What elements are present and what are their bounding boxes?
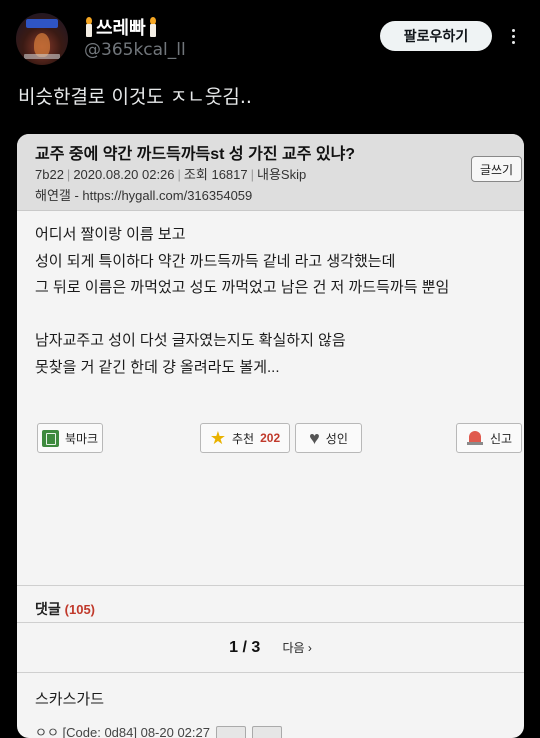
comment-meta: ㅇㅇ [Code: 0d84] 08-20 02:27 — [35, 722, 282, 738]
heart-icon: ♥ — [309, 428, 320, 448]
comment-author: 스카스가드 — [35, 691, 105, 708]
views-count: 16817 — [211, 167, 248, 182]
embedded-post-card[interactable]: 교주 중에 약간 까드득까득st 성 가진 교주 있냐? 7b22 | 2020.0… — [17, 134, 524, 738]
body-line — [35, 302, 449, 329]
write-button: 글쓰기 — [471, 156, 522, 182]
display-name[interactable]: 쓰레빠 — [84, 14, 158, 40]
comments-count: (105) — [64, 602, 96, 617]
body-line: 그 뒤로 이름은 까먹었고 성도 까먹었고 남은 건 저 까드득까득 뿐임 — [35, 279, 450, 296]
divider — [17, 585, 524, 586]
divider — [17, 622, 524, 623]
pagination: 1 / 3 다음 › — [17, 639, 524, 657]
comments-header: 댓글 (105) — [35, 599, 95, 619]
bookmark-label: 북마크 — [64, 431, 99, 446]
page-indicator: 1 / 3 — [229, 639, 261, 656]
post-date: 2020.08.20 02:26 — [73, 167, 175, 182]
star-icon: ★ — [209, 428, 226, 448]
post-source: 해연갤 - https://hygall.com/316354059 — [35, 188, 253, 203]
recommend-count: 202 — [260, 431, 281, 445]
recommend-button: ★ 추천 202 — [200, 423, 290, 453]
bookmark-icon — [41, 429, 59, 447]
views-label: 조회 — [183, 167, 208, 182]
body-line: 못찾을 거 같긴 한데 걍 올려라도 볼게... — [35, 358, 280, 376]
tweet-text: 비슷한결로 이것도 ㅈㄴ웃김.. — [18, 86, 252, 108]
next-page-link: 다음 › — [282, 641, 312, 655]
candle-icon — [84, 17, 94, 37]
comment-meta-text: ㅇㅇ [Code: 0d84] 08-20 02:27 — [35, 725, 210, 738]
avatar[interactable] — [16, 13, 68, 65]
adult-button: ♥ 성인 — [295, 423, 362, 453]
body-line: 어디서 짤이랑 이름 보고 — [35, 226, 186, 243]
follow-button[interactable]: 팔로우하기 — [380, 21, 492, 51]
bookmark-button: 북마크 — [37, 423, 103, 453]
body-line: 성이 되게 특이하다 약간 까드득까득 같네 라고 생각했는데 — [35, 252, 396, 270]
divider — [17, 672, 524, 673]
body-line: 남자교주고 성이 다섯 글자였는지도 확실하지 않음 — [35, 332, 346, 349]
adult-label: 성인 — [325, 431, 348, 446]
post-title: 교주 중에 약간 까드득까득st 성 가진 교주 있냐? — [35, 146, 356, 163]
report-label: 신고 — [489, 431, 513, 446]
more-icon[interactable] — [506, 26, 520, 46]
post-board: 7b22 — [35, 167, 64, 182]
post-body: 어디서 짤이랑 이름 보고 성이 되게 특이하다 약간 까드득까득 같네 라고 … — [35, 222, 449, 381]
comment-action-button — [251, 725, 282, 738]
recommend-label: 추천 — [232, 431, 255, 446]
comments-label: 댓글 — [35, 601, 61, 617]
post-header: 교주 중에 약간 까드득까득st 성 가진 교주 있냐? 7b22 | 2020.0… — [17, 134, 524, 211]
candle-icon — [148, 17, 158, 37]
tweet-header: 쓰레빠 @365kcal_ll 팔로우하기 — [0, 0, 540, 70]
siren-icon — [466, 430, 484, 446]
display-name-text: 쓰레빠 — [96, 18, 146, 39]
content-skip: 내용Skip — [257, 167, 307, 182]
post-meta: 7b22 | 2020.08.20 02:26 | 조회 16817 | 내용Skip — [35, 167, 307, 182]
comment-action-button — [215, 725, 246, 738]
user-handle[interactable]: @365kcal_ll — [84, 40, 186, 60]
report-button: 신고 — [456, 423, 522, 453]
